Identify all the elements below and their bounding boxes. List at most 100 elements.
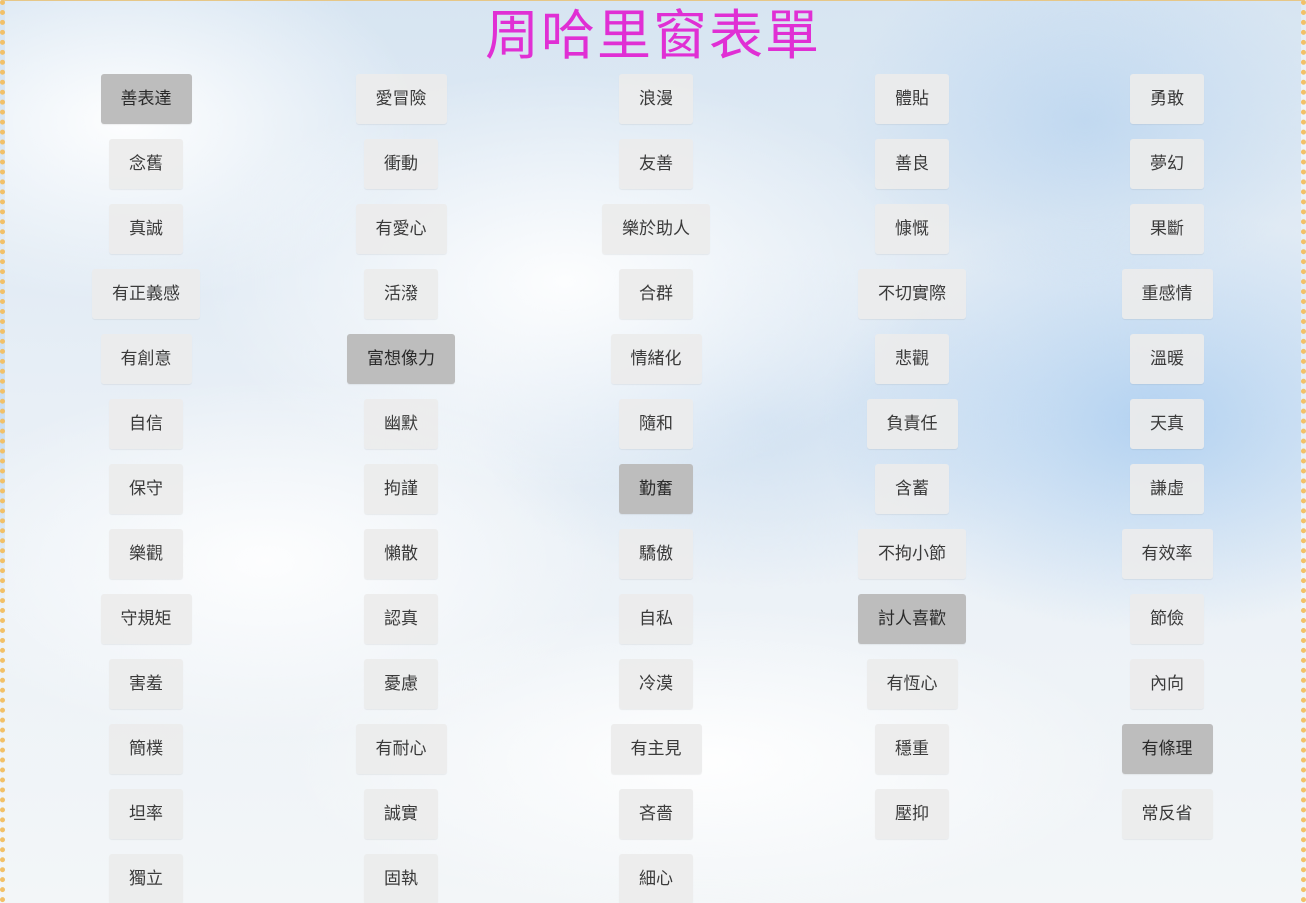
trait-button[interactable]: 有正義感 — [92, 269, 200, 319]
trait-button[interactable]: 內向 — [1130, 659, 1204, 709]
trait-button[interactable]: 害羞 — [109, 659, 183, 709]
trait-cell: 果斷 — [1047, 204, 1287, 254]
trait-cell: 細心 — [536, 854, 776, 903]
trait-cell: 情緒化 — [536, 334, 776, 384]
trait-button[interactable]: 善良 — [875, 139, 949, 189]
trait-button[interactable]: 愛冒險 — [355, 74, 447, 124]
trait-button[interactable]: 認真 — [364, 594, 438, 644]
trait-button[interactable]: 幽默 — [364, 399, 438, 449]
trait-cell: 重感情 — [1047, 269, 1287, 319]
trait-button[interactable]: 細心 — [619, 854, 693, 903]
trait-button[interactable]: 懶散 — [364, 529, 438, 579]
trait-cell: 樂觀 — [26, 529, 266, 579]
trait-button[interactable]: 不拘小節 — [858, 529, 966, 579]
trait-button[interactable]: 不切實際 — [858, 269, 966, 319]
trait-button[interactable]: 坦率 — [109, 789, 183, 839]
trait-button[interactable]: 真誠 — [109, 204, 183, 254]
trait-button[interactable]: 樂觀 — [109, 529, 183, 579]
trait-cell: 有耐心 — [281, 724, 521, 774]
trait-button[interactable]: 慷慨 — [875, 204, 949, 254]
trait-button[interactable]: 憂慮 — [364, 659, 438, 709]
trait-button[interactable]: 有主見 — [610, 724, 702, 774]
trait-button[interactable]: 穩重 — [875, 724, 949, 774]
trait-cell: 有正義感 — [26, 269, 266, 319]
trait-cell: 浪漫 — [536, 74, 776, 124]
page-title: 周哈里窗表單 — [485, 4, 821, 67]
trait-cell: 善良 — [792, 139, 1032, 189]
trait-cell: 活潑 — [281, 269, 521, 319]
trait-button[interactable]: 溫暖 — [1130, 334, 1204, 384]
trait-cell: 體貼 — [792, 74, 1032, 124]
trait-button[interactable]: 樂於助人 — [602, 204, 710, 254]
trait-cell: 冷漠 — [536, 659, 776, 709]
trait-cell: 悲觀 — [792, 334, 1032, 384]
trait-button[interactable]: 有創意 — [100, 334, 192, 384]
trait-cell: 念舊 — [26, 139, 266, 189]
page-frame: 周哈里窗表單 善表達念舊真誠有正義感有創意自信保守樂觀守規矩害羞簡樸坦率獨立 愛冒… — [0, 0, 1306, 903]
trait-button[interactable]: 驕傲 — [619, 529, 693, 579]
trait-button[interactable]: 誠實 — [364, 789, 438, 839]
trait-cell: 憂慮 — [281, 659, 521, 709]
trait-button[interactable]: 負責任 — [866, 399, 958, 449]
trait-button[interactable]: 自信 — [109, 399, 183, 449]
trait-button[interactable]: 自私 — [619, 594, 693, 644]
trait-button[interactable]: 獨立 — [109, 854, 183, 903]
trait-button[interactable]: 富想像力 — [347, 334, 455, 384]
trait-button[interactable]: 有條理 — [1121, 724, 1213, 774]
trait-button[interactable]: 有耐心 — [355, 724, 447, 774]
trait-button[interactable]: 含蓄 — [875, 464, 949, 514]
trait-button[interactable]: 簡樸 — [109, 724, 183, 774]
trait-button[interactable]: 冷漠 — [619, 659, 693, 709]
trait-button[interactable]: 守規矩 — [100, 594, 192, 644]
trait-cell: 隨和 — [536, 399, 776, 449]
trait-cell: 自信 — [26, 399, 266, 449]
trait-cell: 不拘小節 — [792, 529, 1032, 579]
trait-cell: 坦率 — [26, 789, 266, 839]
trait-button[interactable]: 念舊 — [109, 139, 183, 189]
trait-button[interactable]: 有效率 — [1121, 529, 1213, 579]
trait-cell: 內向 — [1047, 659, 1287, 709]
trait-button[interactable]: 重感情 — [1121, 269, 1213, 319]
trait-cell: 樂於助人 — [536, 204, 776, 254]
trait-button[interactable]: 勤奮 — [619, 464, 693, 514]
trait-button[interactable]: 悲觀 — [875, 334, 949, 384]
trait-button[interactable]: 情緒化 — [610, 334, 702, 384]
trait-button[interactable]: 天真 — [1130, 399, 1204, 449]
trait-cell: 拘謹 — [281, 464, 521, 514]
trait-cell: 負責任 — [792, 399, 1032, 449]
trait-cell: 善表達 — [26, 74, 266, 124]
trait-cell: 幽默 — [281, 399, 521, 449]
trait-button[interactable]: 壓抑 — [875, 789, 949, 839]
trait-button[interactable]: 浪漫 — [619, 74, 693, 124]
trait-button[interactable]: 合群 — [619, 269, 693, 319]
trait-button[interactable]: 善表達 — [100, 74, 192, 124]
trait-cell: 誠實 — [281, 789, 521, 839]
trait-cell: 有創意 — [26, 334, 266, 384]
trait-button[interactable]: 有愛心 — [355, 204, 447, 254]
trait-button[interactable]: 固執 — [364, 854, 438, 903]
trait-button[interactable]: 果斷 — [1130, 204, 1204, 254]
trait-button[interactable]: 謙虛 — [1130, 464, 1204, 514]
trait-cell: 不切實際 — [792, 269, 1032, 319]
trait-button[interactable]: 常反省 — [1121, 789, 1213, 839]
trait-button[interactable]: 體貼 — [875, 74, 949, 124]
trait-button[interactable]: 保守 — [109, 464, 183, 514]
trait-button[interactable]: 勇敢 — [1130, 74, 1204, 124]
trait-button[interactable]: 討人喜歡 — [858, 594, 966, 644]
trait-button[interactable]: 有恆心 — [866, 659, 958, 709]
trait-button[interactable]: 節儉 — [1130, 594, 1204, 644]
trait-button[interactable]: 拘謹 — [364, 464, 438, 514]
trait-cell: 壓抑 — [792, 789, 1032, 839]
trait-button[interactable]: 衝動 — [364, 139, 438, 189]
trait-cell: 謙虛 — [1047, 464, 1287, 514]
trait-button[interactable]: 隨和 — [619, 399, 693, 449]
trait-button[interactable]: 友善 — [619, 139, 693, 189]
trait-cell: 穩重 — [792, 724, 1032, 774]
trait-cell: 獨立 — [26, 854, 266, 903]
trait-cell: 驕傲 — [536, 529, 776, 579]
trait-cell: 懶散 — [281, 529, 521, 579]
trait-button[interactable]: 活潑 — [364, 269, 438, 319]
trait-cell: 有效率 — [1047, 529, 1287, 579]
trait-button[interactable]: 夢幻 — [1130, 139, 1204, 189]
trait-button[interactable]: 吝嗇 — [619, 789, 693, 839]
